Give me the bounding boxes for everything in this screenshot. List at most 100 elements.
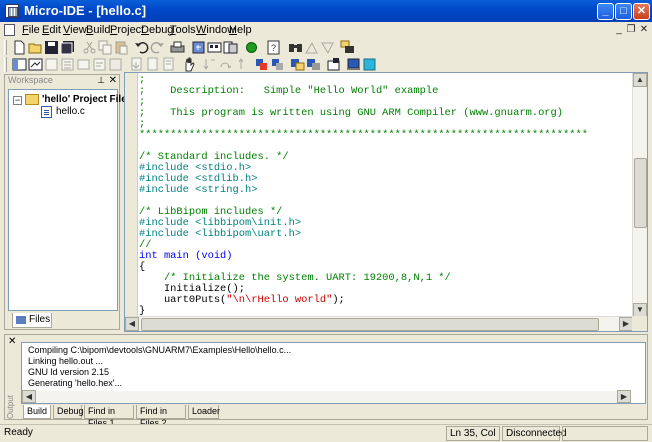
tab-loader[interactable]: Loader: [188, 405, 220, 419]
output-scroll-left-icon[interactable]: ◀: [22, 390, 36, 403]
output-line: GNU ld version 2.15: [28, 367, 110, 377]
menu-debug[interactable]: Debug: [141, 24, 173, 36]
tree-item-project[interactable]: − 'hello' Project Files: [11, 94, 132, 106]
editor-gutter: [125, 73, 138, 317]
app-icon[interactable]: [5, 4, 19, 18]
watch-icon[interactable]: [76, 57, 91, 72]
menu-bar: File Edit View Build Project Debug Tools…: [0, 22, 652, 38]
output-line: Linking hello.out ...: [28, 356, 104, 366]
horizontal-scroll-thumb[interactable]: [141, 318, 599, 331]
menu-build[interactable]: Build: [86, 24, 110, 36]
scroll-corner: [632, 316, 647, 331]
mdi-restore-button[interactable]: ❐: [625, 24, 637, 36]
maximize-button[interactable]: □: [615, 3, 632, 20]
tree-item-file[interactable]: hello.c: [11, 106, 117, 118]
close-button[interactable]: ✕: [633, 3, 650, 20]
disassembly-icon[interactable]: [92, 57, 107, 72]
step-icon[interactable]: [162, 57, 177, 72]
horizontal-scrollbar[interactable]: ◀ ▶: [125, 316, 633, 331]
menu-edit[interactable]: Edit: [42, 24, 61, 36]
stop-hand-icon[interactable]: [182, 57, 197, 72]
tab-files[interactable]: Files: [12, 313, 52, 328]
document-icon[interactable]: [4, 24, 15, 36]
build-icon[interactable]: [207, 40, 222, 55]
save-icon[interactable]: [44, 40, 59, 55]
step-out-icon[interactable]: [234, 57, 249, 72]
memory-icon[interactable]: [60, 57, 75, 72]
scroll-right-icon[interactable]: ▶: [619, 317, 633, 331]
save-all-icon[interactable]: [60, 40, 75, 55]
registers-icon[interactable]: [44, 57, 59, 72]
compile-icon[interactable]: [191, 40, 206, 55]
vertical-scrollbar[interactable]: ▲ ▼: [632, 73, 647, 317]
tab-find-in-files-1[interactable]: Find in Files 1: [84, 405, 134, 428]
menu-help[interactable]: Help: [229, 24, 252, 36]
redo-icon[interactable]: [150, 40, 165, 55]
rebuild-icon[interactable]: [223, 40, 238, 55]
menu-view[interactable]: View: [63, 24, 87, 36]
workspace-panel: Workspace ⊥ ✕ − 'hello' Project Files he…: [4, 74, 132, 330]
vertical-scroll-thumb[interactable]: [634, 158, 647, 228]
tab-build[interactable]: Build: [23, 405, 51, 419]
find-prev-icon[interactable]: [320, 40, 335, 55]
settings-icon[interactable]: [326, 57, 341, 72]
connect-icon[interactable]: [346, 57, 361, 72]
scroll-left-icon[interactable]: ◀: [125, 317, 139, 331]
folder-icon: [25, 94, 39, 105]
code-line[interactable]: ; Description: Simple "Hello World" exam…: [139, 86, 634, 97]
undo-icon[interactable]: [134, 40, 149, 55]
print-icon[interactable]: [170, 40, 185, 55]
cut-icon[interactable]: [82, 40, 97, 55]
run-icon[interactable]: [244, 40, 259, 55]
code-line[interactable]: #include <string.h>: [139, 185, 634, 196]
minimize-button[interactable]: _: [597, 3, 614, 20]
mdi-close-button[interactable]: ✕: [638, 24, 650, 36]
run-to-cursor-icon[interactable]: [290, 57, 305, 72]
menu-tools[interactable]: Tools: [170, 24, 196, 36]
output-close-icon[interactable]: ✕: [8, 336, 16, 347]
output-line: Compiling C:\bipom\devtools\GNUARM7\Exam…: [28, 345, 292, 355]
menu-project[interactable]: Project: [110, 24, 144, 36]
code-line[interactable]: ****************************************…: [139, 130, 634, 141]
code-line[interactable]: #include <libbipom\uart.h>: [139, 229, 634, 240]
find-icon[interactable]: [288, 40, 303, 55]
tab-find-in-files-2[interactable]: Find in Files 2: [136, 405, 186, 428]
pin-icon[interactable]: ⊥: [97, 75, 105, 86]
menu-file[interactable]: File: [22, 24, 40, 36]
tab-debug[interactable]: Debug: [53, 405, 84, 419]
reset-icon[interactable]: [146, 57, 161, 72]
scroll-up-icon[interactable]: ▲: [633, 73, 647, 87]
output-toggle-icon[interactable]: [28, 57, 43, 72]
step-over-icon[interactable]: [218, 57, 233, 72]
project-tree: − 'hello' Project Files hello.c: [8, 89, 132, 311]
new-file-icon[interactable]: [12, 40, 27, 55]
paste-icon[interactable]: [114, 40, 129, 55]
scroll-down-icon[interactable]: ▼: [633, 303, 647, 317]
code-line[interactable]: ; This program is written using GNU ARM …: [139, 108, 634, 119]
terminal-icon[interactable]: [362, 57, 377, 72]
mdi-minimize-button[interactable]: _: [613, 24, 625, 36]
toggle-breakpoint-icon[interactable]: [254, 57, 269, 72]
copy-icon[interactable]: [98, 40, 113, 55]
collapse-icon[interactable]: −: [13, 96, 22, 105]
go-icon[interactable]: [306, 57, 321, 72]
code-editor[interactable]: ;; Description: Simple "Hello World" exa…: [124, 72, 648, 332]
open-folder-icon[interactable]: [28, 40, 43, 55]
workspace-tabs: Files: [8, 313, 118, 329]
workspace-close-icon[interactable]: ✕: [109, 75, 117, 86]
output-text[interactable]: Compiling C:\bipom\devtools\GNUARM7\Exam…: [21, 342, 646, 404]
clear-breakpoints-icon[interactable]: [270, 57, 285, 72]
code-text[interactable]: ;; Description: Simple "Hello World" exa…: [139, 75, 634, 317]
workspace-toggle-icon[interactable]: [12, 57, 27, 72]
status-text: Ready: [4, 427, 33, 438]
help-icon[interactable]: ?: [266, 40, 281, 55]
download-icon[interactable]: [130, 57, 145, 72]
find-in-files-icon[interactable]: [340, 40, 355, 55]
code-line[interactable]: uart0Puts("\n\rHello world");: [139, 295, 634, 306]
output-horizontal-scrollbar[interactable]: ◀ ▶: [22, 390, 631, 403]
output-scroll-right-icon[interactable]: ▶: [617, 390, 631, 403]
code-line[interactable]: int main (void): [139, 251, 634, 262]
find-next-icon[interactable]: [304, 40, 319, 55]
callstack-icon[interactable]: [108, 57, 123, 72]
step-into-icon[interactable]: [202, 57, 217, 72]
